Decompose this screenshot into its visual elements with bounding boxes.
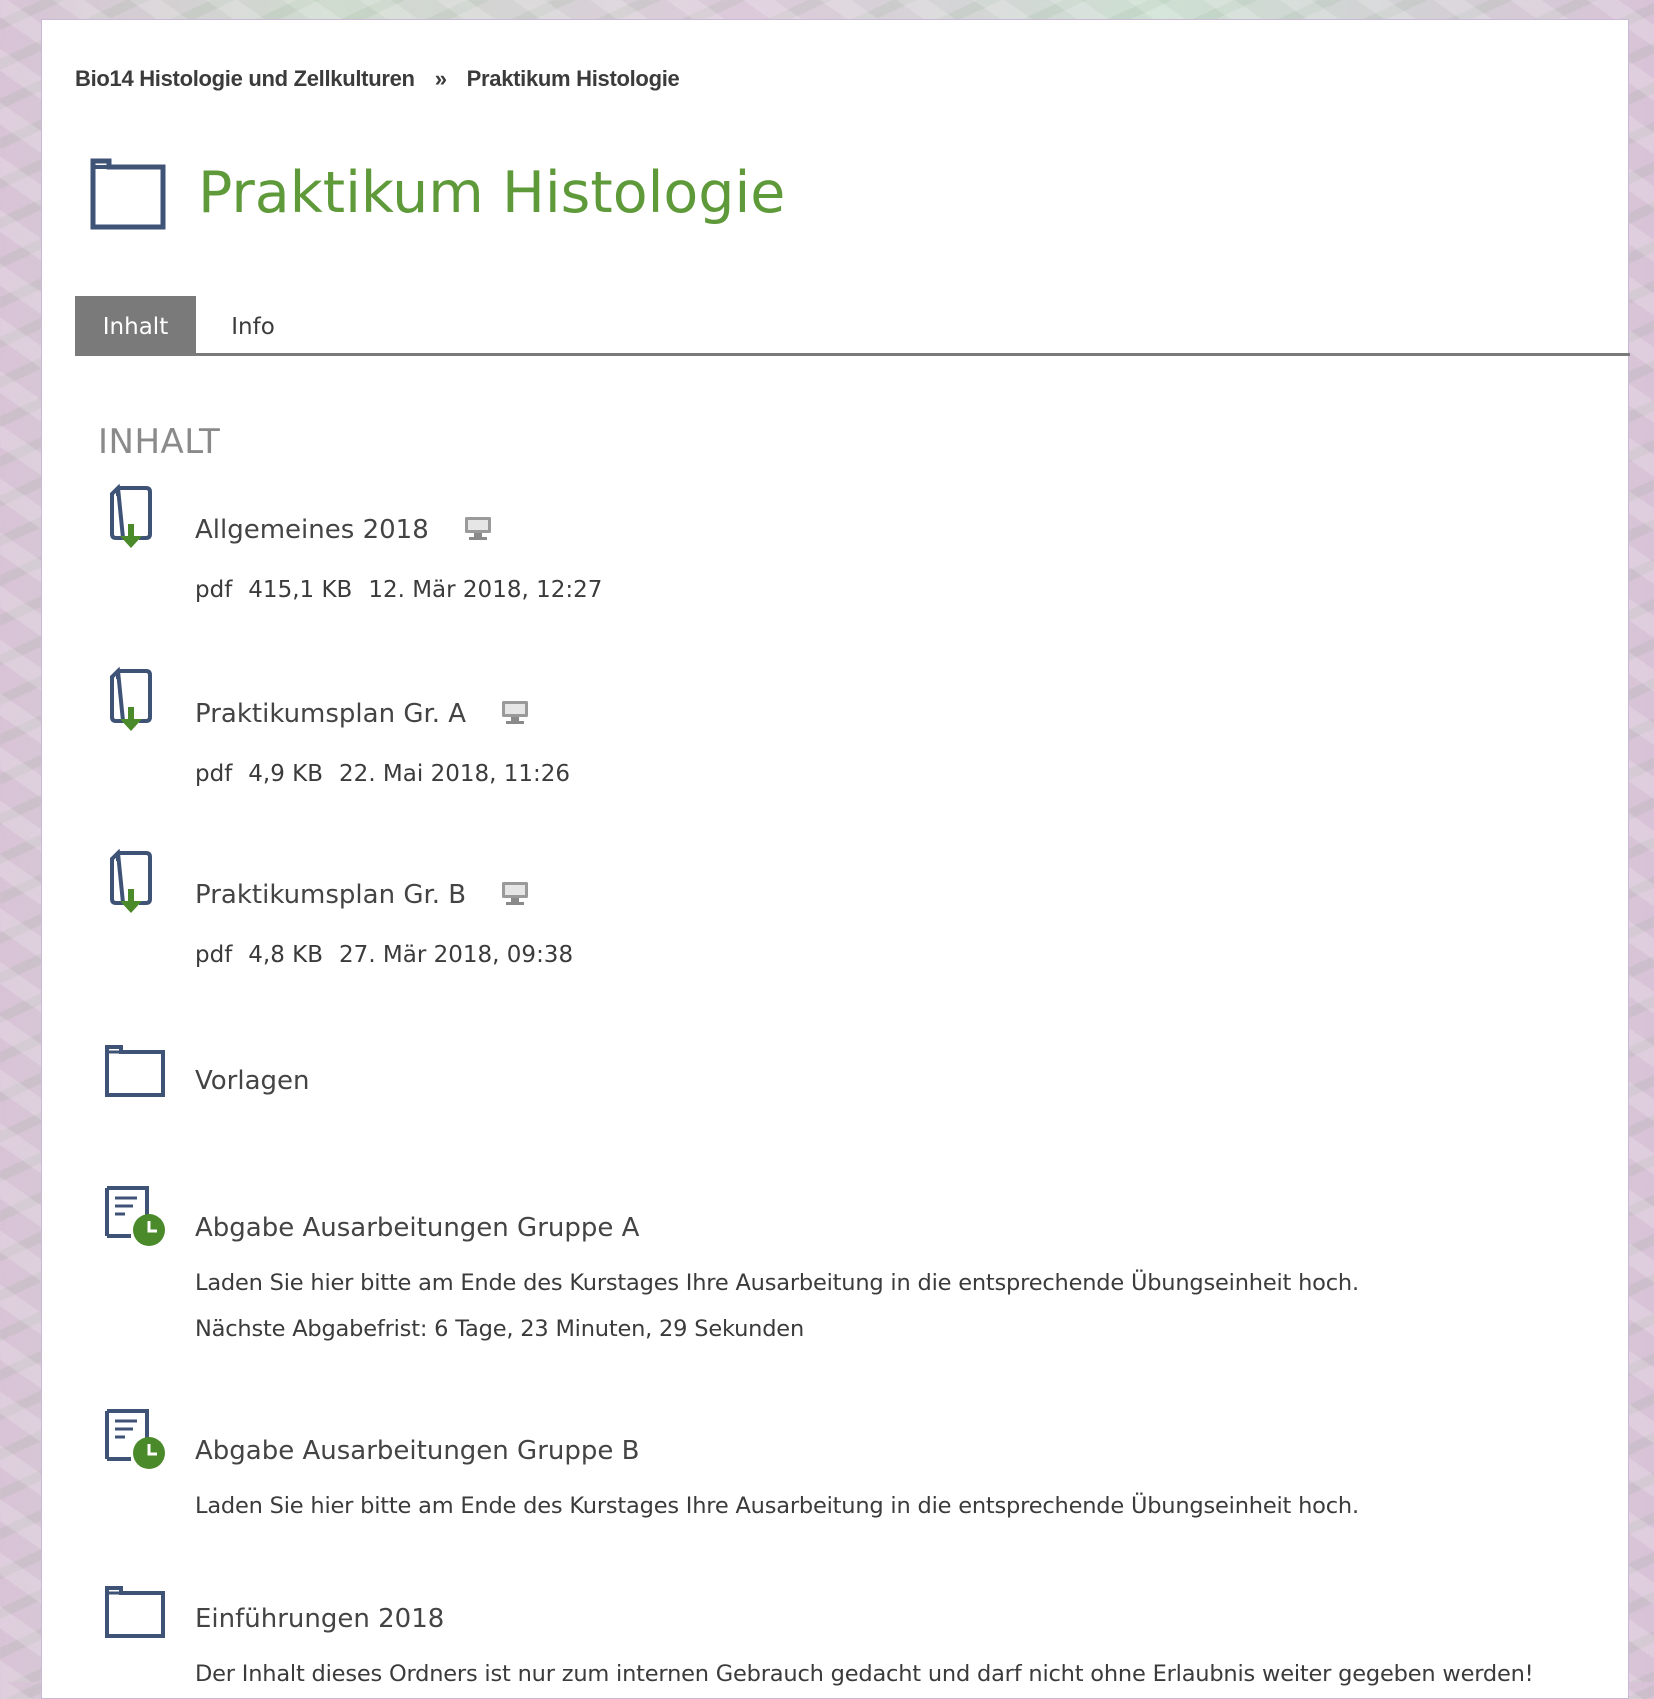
tab-bar: Inhalt Info (75, 296, 1630, 356)
file-download-icon[interactable] (106, 849, 156, 921)
file-download-icon[interactable] (106, 484, 156, 556)
item-title[interactable]: Einführungen 2018 (195, 1604, 444, 1634)
breadcrumb: Bio14 Histologie und Zellkulturen » Prakti… (75, 66, 680, 92)
item-title[interactable]: Praktikumsplan Gr. B (195, 880, 466, 910)
item-title-link[interactable]: Allgemeines 2018 (195, 515, 493, 545)
file-size: 4,9 KB (248, 761, 324, 787)
file-size: 4,8 KB (248, 942, 324, 968)
item-title-link[interactable]: Einführungen 2018 (195, 1604, 444, 1634)
file-format: pdf (195, 761, 233, 787)
item-title[interactable]: Abgabe Ausarbeitungen Gruppe B (195, 1436, 639, 1466)
tab-inhalt[interactable]: Inhalt (75, 296, 196, 353)
item-title[interactable]: Allgemeines 2018 (195, 515, 429, 545)
item-title-link[interactable]: Vorlagen (195, 1066, 310, 1096)
folder-icon[interactable] (103, 1043, 167, 1099)
item-meta: pdf 415,1 KB 12. Mär 2018, 12:27 (195, 577, 618, 603)
tab-info[interactable]: Info (196, 296, 310, 353)
item-title-link[interactable]: Praktikumsplan Gr. A (195, 699, 530, 729)
item-meta: pdf 4,9 KB 22. Mai 2018, 11:26 (195, 761, 586, 787)
folder-icon[interactable] (103, 1584, 167, 1640)
breadcrumb-link-parent[interactable]: Bio14 Histologie und Zellkulturen (75, 66, 415, 91)
file-size: 415,1 KB (248, 577, 353, 603)
item-meta: pdf 4,8 KB 27. Mär 2018, 09:38 (195, 942, 589, 968)
section-heading: INHALT (98, 422, 221, 462)
item-title-link[interactable]: Abgabe Ausarbeitungen Gruppe A (195, 1213, 639, 1243)
file-date: 12. Mär 2018, 12:27 (368, 577, 603, 603)
item-title-link[interactable]: Praktikumsplan Gr. B (195, 880, 530, 910)
monitor-icon[interactable] (463, 515, 493, 541)
item-description: Laden Sie hier bitte am Ende des Kurstag… (195, 1270, 1359, 1296)
breadcrumb-separator: » (434, 66, 447, 91)
monitor-icon[interactable] (500, 699, 530, 725)
item-title[interactable]: Praktikumsplan Gr. A (195, 699, 466, 729)
file-format: pdf (195, 942, 233, 968)
item-description: Der Inhalt dieses Ordners ist nur zum in… (195, 1661, 1534, 1687)
item-title[interactable]: Vorlagen (195, 1066, 310, 1096)
item-title[interactable]: Abgabe Ausarbeitungen Gruppe A (195, 1213, 639, 1243)
folder-icon (90, 158, 166, 230)
file-download-icon[interactable] (106, 667, 156, 739)
file-date: 27. Mär 2018, 09:38 (339, 942, 574, 968)
item-title-link[interactable]: Abgabe Ausarbeitungen Gruppe B (195, 1436, 639, 1466)
file-date: 22. Mai 2018, 11:26 (339, 761, 571, 787)
monitor-icon[interactable] (500, 880, 530, 906)
file-format: pdf (195, 577, 233, 603)
item-description: Laden Sie hier bitte am Ende des Kurstag… (195, 1493, 1359, 1519)
item-deadline: Nächste Abgabefrist: 6 Tage, 23 Minuten,… (195, 1316, 805, 1342)
page-title: Praktikum Histologie (198, 160, 786, 226)
breadcrumb-link-current[interactable]: Praktikum Histologie (467, 66, 680, 91)
content-panel: Bio14 Histologie und Zellkulturen » Prakti… (41, 19, 1630, 1699)
exercise-deadline-icon[interactable] (103, 1184, 167, 1248)
exercise-deadline-icon[interactable] (103, 1407, 167, 1471)
